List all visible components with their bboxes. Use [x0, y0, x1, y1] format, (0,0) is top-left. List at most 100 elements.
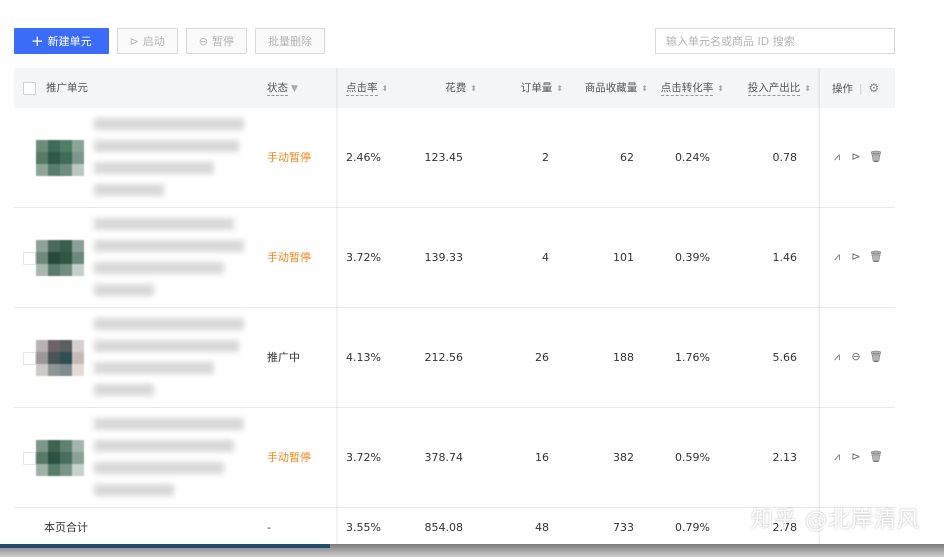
favorites-value: 62	[620, 151, 634, 164]
product-thumbnail	[36, 340, 84, 376]
trash-icon[interactable]: 🗑	[869, 451, 883, 463]
row-actions: ⩘ ⊳ 🗑	[831, 151, 883, 163]
col-cvr[interactable]: 点击转化率 ⬍	[650, 68, 724, 108]
table-row: 手动暂停 3.72% 139.33 4 101 0.39% 1.46 ⩘ ⊳ 🗑	[14, 208, 895, 308]
bottom-scroll-edge	[0, 544, 944, 557]
orders-value: 26	[535, 351, 549, 364]
select-all-checkbox[interactable]	[23, 82, 36, 95]
pause-button[interactable]: ⊖ 暂停	[185, 28, 248, 54]
trash-icon[interactable]: 🗑	[869, 251, 883, 263]
batch-delete-button[interactable]: 批量删除	[255, 28, 326, 54]
trash-icon[interactable]: 🗑	[869, 151, 883, 163]
col-ops-label: 操作	[832, 83, 853, 95]
row-checkbox[interactable]	[23, 352, 36, 365]
col-orders[interactable]: 订单量 ⬍	[494, 68, 563, 108]
trash-icon[interactable]: 🗑	[869, 351, 883, 363]
cost-value: 212.56	[424, 351, 464, 364]
col-cost[interactable]: 花费 ⬍	[414, 68, 477, 108]
pause-circle-icon[interactable]: ⊖	[850, 351, 862, 363]
col-unit: 推广单元	[46, 68, 88, 108]
play-circle-icon[interactable]: ⊳	[850, 251, 862, 263]
favorites-value: 382	[613, 451, 634, 464]
new-unit-label: 新建单元	[47, 35, 92, 48]
orders-value: 2	[542, 151, 549, 164]
row-actions: ⩘ ⊳ 🗑	[831, 451, 883, 463]
toolbar: + 新建单元 ⊳ 启动 ⊖ 暂停 批量删除	[14, 28, 326, 54]
gear-icon[interactable]: ⚙	[869, 81, 880, 95]
play-circle-icon[interactable]: ⊳	[850, 151, 862, 163]
footer-ctr: 3.55%	[346, 521, 381, 534]
new-unit-button[interactable]: + 新建单元	[14, 28, 109, 54]
trend-chart-icon[interactable]: ⩘	[831, 151, 843, 163]
roi-value: 2.13	[772, 451, 798, 464]
unit-name-blurred	[94, 416, 254, 500]
orders-value: 16	[535, 451, 549, 464]
table-row: 推广中 4.13% 212.56 26 188 1.76% 5.66 ⩘ ⊖ 🗑	[14, 308, 895, 408]
col-favorites[interactable]: 商品收藏量 ⬍	[569, 68, 648, 108]
fixed-column-shadow-left	[336, 68, 339, 544]
roi-value: 5.66	[772, 351, 798, 364]
footer-label: 本页合计	[44, 521, 88, 534]
sort-icon[interactable]: ⬍	[556, 84, 563, 93]
sort-icon[interactable]: ⬍	[382, 84, 389, 93]
col-cvr-label: 点击转化率	[660, 82, 714, 96]
trend-chart-icon[interactable]: ⩘	[831, 351, 843, 363]
col-ops: 操作 | ⚙	[832, 81, 880, 95]
sort-icon[interactable]: ⬍	[470, 84, 477, 93]
sort-icon[interactable]: ⬍	[717, 84, 724, 93]
roi-value: 0.78	[772, 151, 798, 164]
cost-value: 123.45	[424, 151, 464, 164]
product-thumbnail	[36, 240, 84, 276]
roi-value: 1.46	[772, 251, 798, 264]
status-text: 手动暂停	[267, 251, 311, 264]
pause-circle-icon: ⊖	[198, 34, 209, 48]
footer-status: -	[267, 521, 271, 534]
table-row: 手动暂停 2.46% 123.45 2 62 0.24% 0.78 ⩘ ⊳ 🗑	[14, 108, 895, 208]
search-input[interactable]	[656, 29, 894, 53]
col-orders-label: 订单量	[520, 82, 553, 94]
col-status[interactable]: 状态 ▼	[267, 68, 298, 108]
unit-name-blurred	[94, 216, 254, 300]
favorites-value: 188	[613, 351, 634, 364]
start-label: 启动	[142, 35, 165, 48]
footer-favorites: 733	[613, 521, 634, 534]
trend-chart-icon[interactable]: ⩘	[831, 251, 843, 263]
watermark: 知乎 @北岸清风	[751, 508, 920, 533]
cvr-value: 0.59%	[675, 451, 710, 464]
units-table: 推广单元 状态 ▼ 点击率 ⬍ 花费 ⬍ 订单量 ⬍ 商品收藏量 ⬍ 点击转化率 ⬍ 投入产…	[14, 68, 895, 544]
product-thumbnail	[36, 140, 84, 176]
row-checkbox[interactable]	[23, 252, 36, 265]
col-ctr[interactable]: 点击率 ⬍	[346, 68, 388, 108]
footer-cost: 854.08	[424, 521, 464, 534]
plus-icon: +	[31, 31, 44, 50]
status-text: 手动暂停	[267, 151, 311, 164]
table-header: 推广单元 状态 ▼ 点击率 ⬍ 花费 ⬍ 订单量 ⬍ 商品收藏量 ⬍ 点击转化率 ⬍ 投入产…	[14, 68, 895, 108]
search-box	[655, 28, 895, 54]
trend-chart-icon[interactable]: ⩘	[831, 451, 843, 463]
cvr-value: 1.76%	[675, 351, 710, 364]
row-actions: ⩘ ⊳ 🗑	[831, 251, 883, 263]
col-roi[interactable]: 投入产出比 ⬍	[732, 68, 811, 108]
cost-value: 378.74	[424, 451, 464, 464]
pause-label: 暂停	[212, 35, 235, 48]
footer-cvr: 0.79%	[675, 521, 710, 534]
col-roi-label: 投入产出比	[747, 82, 801, 96]
unit-name-blurred	[94, 116, 254, 200]
orders-value: 4	[542, 251, 549, 264]
status-text: 手动暂停	[267, 451, 311, 464]
play-circle-icon: ⊳	[129, 34, 139, 48]
play-circle-icon[interactable]: ⊳	[850, 451, 862, 463]
sort-icon[interactable]: ⬍	[804, 84, 811, 93]
sort-icon[interactable]: ⬍	[641, 84, 648, 93]
row-actions: ⩘ ⊖ 🗑	[831, 351, 883, 363]
row-checkbox[interactable]	[23, 452, 36, 465]
ctr-value: 2.46%	[346, 151, 381, 164]
cvr-value: 0.24%	[675, 151, 710, 164]
cvr-value: 0.39%	[675, 251, 710, 264]
ctr-value: 3.72%	[346, 251, 381, 264]
col-ctr-label: 点击率	[346, 82, 378, 96]
status-text: 推广中	[267, 351, 300, 364]
col-unit-label: 推广单元	[46, 82, 88, 94]
start-button[interactable]: ⊳ 启动	[116, 28, 178, 54]
filter-icon[interactable]: ▼	[291, 84, 298, 94]
